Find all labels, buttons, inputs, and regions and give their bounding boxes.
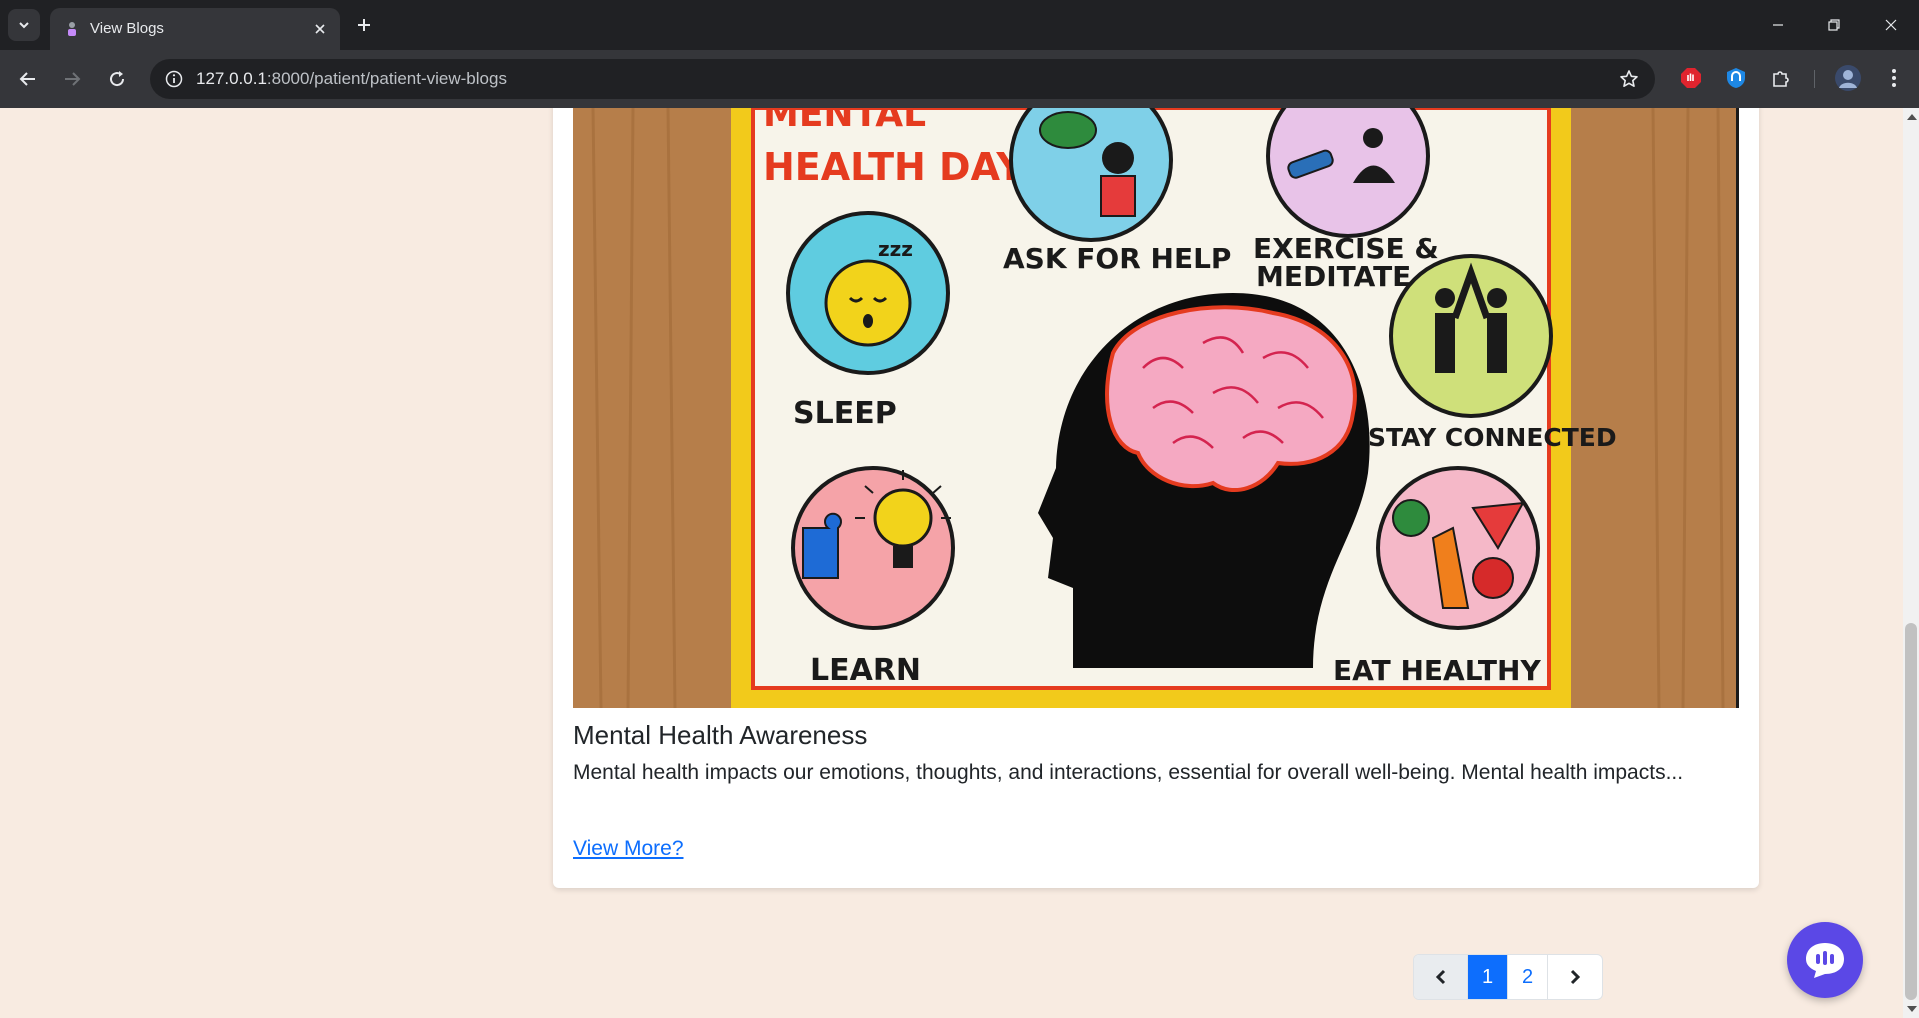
toolbar-divider: [1814, 70, 1815, 88]
pagination-prev-button[interactable]: [1414, 955, 1468, 999]
chat-button[interactable]: [1787, 922, 1863, 998]
browser-tab-strip: View Blogs: [0, 0, 1919, 50]
favicon-icon: [68, 22, 76, 36]
bookmark-button[interactable]: [1617, 67, 1641, 91]
chevron-down-icon: [19, 22, 29, 29]
scroll-up-arrow-icon[interactable]: [1907, 114, 1917, 120]
restore-icon: [1828, 19, 1840, 31]
back-button[interactable]: [12, 63, 44, 95]
new-tab-button[interactable]: [350, 11, 378, 39]
star-icon: [1620, 70, 1638, 87]
url-text[interactable]: 127.0.0.1:8000/patient/patient-view-blog…: [196, 69, 507, 89]
browser-toolbar: 127.0.0.1:8000/patient/patient-view-blog…: [0, 50, 1919, 108]
view-more-link[interactable]: View More?: [573, 837, 684, 861]
blog-title: Mental Health Awareness: [573, 720, 868, 750]
poster-label-eat-healthy: EAT HEALTHY: [1333, 654, 1541, 687]
poster-label-learn: LEARN: [810, 653, 921, 688]
minimize-icon: [1773, 24, 1783, 26]
extensions-menu-button[interactable]: [1767, 64, 1795, 92]
profile-button[interactable]: [1834, 64, 1862, 92]
pagination-next-button[interactable]: [1548, 955, 1602, 999]
page-viewport: MENTAL HEALTH DAY zzz SLEEP ASK FOR HELP: [0, 108, 1903, 1018]
minimize-button[interactable]: [1761, 10, 1795, 40]
reload-icon: [110, 71, 125, 87]
pagination-page-2[interactable]: 2: [1508, 955, 1548, 999]
poster-label-ask-for-help: ASK FOR HELP: [1003, 242, 1231, 275]
svg-text:zzz: zzz: [878, 237, 913, 261]
chat-bubble-icon: [1806, 943, 1844, 978]
reload-button[interactable]: [101, 63, 133, 95]
arrow-left-icon: [19, 72, 35, 86]
blog-image: MENTAL HEALTH DAY zzz SLEEP ASK FOR HELP: [573, 108, 1739, 708]
tab-title: View Blogs: [90, 20, 164, 37]
more-vert-icon: [1892, 69, 1896, 87]
pagination-page-1[interactable]: 1: [1468, 955, 1508, 999]
browser-tab[interactable]: View Blogs: [50, 8, 340, 50]
poster-label-stay-connected: STAY CONNECTED: [1368, 423, 1617, 452]
blog-card: MENTAL HEALTH DAY zzz SLEEP ASK FOR HELP: [553, 108, 1759, 888]
tab-search-button[interactable]: [8, 9, 40, 41]
restore-button[interactable]: [1817, 10, 1851, 40]
poster-heading-line1: MENTAL: [763, 108, 926, 135]
browser-menu-button[interactable]: [1880, 64, 1908, 92]
forward-button[interactable]: [56, 63, 88, 95]
puzzle-icon: [1773, 71, 1789, 87]
scroll-down-arrow-icon[interactable]: [1907, 1006, 1917, 1012]
close-window-button[interactable]: [1874, 10, 1908, 40]
blog-excerpt: Mental health impacts our emotions, thou…: [573, 761, 1684, 784]
poster-label-exercise-line2: MEDITATE: [1256, 260, 1411, 293]
address-bar[interactable]: 127.0.0.1:8000/patient/patient-view-blog…: [150, 59, 1655, 99]
tab-close-button[interactable]: [310, 19, 330, 39]
extension-blue-button[interactable]: [1722, 64, 1750, 92]
adblock-icon: [1681, 68, 1701, 88]
extension-shield-icon: [1727, 68, 1745, 88]
scrollbar-thumb[interactable]: [1905, 623, 1917, 1000]
url-path: :8000/patient/patient-view-blogs: [266, 69, 507, 88]
chevron-left-icon: [1435, 969, 1445, 985]
poster-label-sleep: SLEEP: [793, 396, 897, 431]
plus-icon: [358, 19, 370, 31]
arrow-right-icon: [65, 72, 81, 86]
close-icon: [315, 24, 325, 34]
chevron-right-icon: [1570, 969, 1581, 985]
close-icon: [1885, 19, 1897, 31]
extension-adblock-button[interactable]: [1677, 64, 1705, 92]
pagination: 1 2: [1413, 954, 1603, 1000]
avatar: [1835, 65, 1861, 91]
mental-health-poster-image: MENTAL HEALTH DAY zzz SLEEP ASK FOR HELP: [573, 108, 1739, 708]
info-icon: [165, 70, 183, 88]
site-info-button[interactable]: [162, 67, 186, 91]
url-host: 127.0.0.1: [196, 69, 267, 88]
poster-heading-line2: HEALTH DAY: [763, 145, 1024, 189]
page-scrollbar[interactable]: [1903, 108, 1919, 1018]
